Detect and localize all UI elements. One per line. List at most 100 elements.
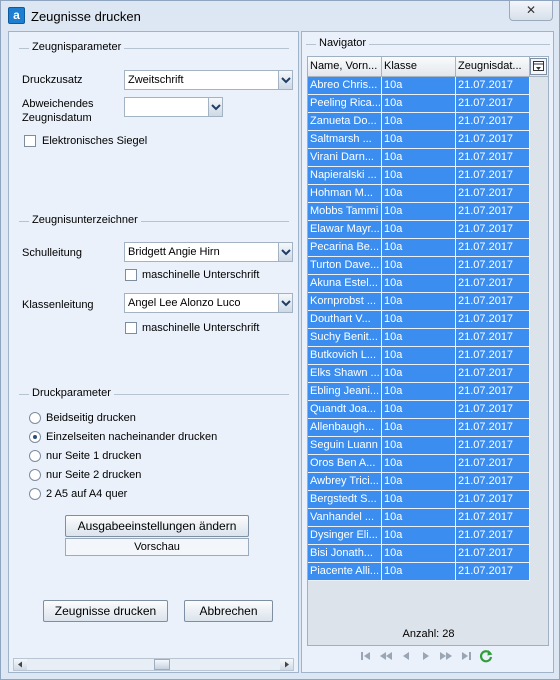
left-panel: Zeugnisparameter Druckzusatz Zweitschrif… [8,31,299,673]
column-header-name[interactable]: Name, Vorn... [308,57,382,77]
table-row[interactable]: Elawar Mayr... 10a 21.07.2017 [308,221,530,239]
close-button[interactable]: ✕ [509,1,553,21]
chevron-down-icon[interactable] [208,97,223,117]
cell-zeugnisdatum: 21.07.2017 [456,95,530,113]
table-row[interactable]: Ebling Jeani... 10a 21.07.2017 [308,383,530,401]
table-row[interactable]: Douthart V... 10a 21.07.2017 [308,311,530,329]
table-row[interactable]: Virani Darn... 10a 21.07.2017 [308,149,530,167]
table-row[interactable]: Akuna Estel... 10a 21.07.2017 [308,275,530,293]
cell-klasse: 10a [382,545,456,563]
table-row[interactable]: Pecarina Be... 10a 21.07.2017 [308,239,530,257]
table-row[interactable]: Turton Dave... 10a 21.07.2017 [308,257,530,275]
cell-name: Abreo Chris... [308,77,382,95]
ausgabeeinstellungen-button[interactable]: Ausgabeeinstellungen ändern [65,515,249,537]
schulleitung-maschinell-checkbox[interactable] [125,269,137,281]
cell-klasse: 10a [382,239,456,257]
cell-klasse: 10a [382,329,456,347]
cell-klasse: 10a [382,293,456,311]
title-bar: a Zeugnisse drucken ✕ [1,1,559,31]
radio-nur-seite-2[interactable] [29,469,41,481]
column-chooser-icon[interactable] [530,58,547,75]
table-row[interactable]: Piacente Alli... 10a 21.07.2017 [308,563,530,581]
cell-name: Napieralski ... [308,167,382,185]
cell-name: Butkovich L... [308,347,382,365]
scroll-right-icon[interactable] [280,659,293,670]
cell-name: Awbrey Trici... [308,473,382,491]
klassenleitung-select[interactable]: Angel Lee Alonzo Luco [124,293,293,313]
table-row[interactable]: Bergstedt S... 10a 21.07.2017 [308,491,530,509]
horizontal-scrollbar[interactable] [13,658,294,671]
first-record-icon[interactable] [358,648,374,664]
fast-back-icon[interactable] [378,648,394,664]
scrollbar-thumb[interactable] [154,659,170,670]
refresh-icon[interactable] [478,648,494,664]
vorschau-button[interactable]: Vorschau [65,538,249,556]
cell-klasse: 10a [382,113,456,131]
chevron-down-icon[interactable] [278,293,293,313]
table-row[interactable]: Awbrey Trici... 10a 21.07.2017 [308,473,530,491]
cell-klasse: 10a [382,95,456,113]
previous-record-icon[interactable] [398,648,414,664]
table-row[interactable]: Saltmarsh ... 10a 21.07.2017 [308,131,530,149]
zeugnisse-drucken-button[interactable]: Zeugnisse drucken [43,600,168,622]
druckzusatz-select[interactable]: Zweitschrift [124,70,293,90]
chevron-down-icon[interactable] [278,242,293,262]
grid-body: Abreo Chris... 10a 21.07.2017 Peeling Rica.… [308,77,530,581]
anzahl-label: Anzahl: 28 [402,628,455,640]
schulleitung-select[interactable]: Bridgett Angie Hirn [124,242,293,262]
cell-klasse: 10a [382,347,456,365]
table-row[interactable]: Quandt Joa... 10a 21.07.2017 [308,401,530,419]
siegel-checkbox[interactable] [24,135,36,147]
column-header-zeugnisdatum[interactable]: Zeugnisdat... [456,57,530,77]
table-row[interactable]: Hohman M... 10a 21.07.2017 [308,185,530,203]
next-record-icon[interactable] [418,648,434,664]
table-row[interactable]: Oros Ben A... 10a 21.07.2017 [308,455,530,473]
cell-name: Elks Shawn ... [308,365,382,383]
chevron-down-icon[interactable] [278,70,293,90]
table-row[interactable]: Abreo Chris... 10a 21.07.2017 [308,77,530,95]
cell-zeugnisdatum: 21.07.2017 [456,275,530,293]
cell-name: Douthart V... [308,311,382,329]
scroll-left-icon[interactable] [14,659,27,670]
cell-klasse: 10a [382,131,456,149]
zeugnisdatum-field[interactable] [124,97,223,117]
navigator-grid[interactable]: Name, Vorn... Klasse Zeugnisdat... Abreo… [307,56,549,646]
last-record-icon[interactable] [458,648,474,664]
table-row[interactable]: Vanhandel ... 10a 21.07.2017 [308,509,530,527]
cell-name: Piacente Alli... [308,563,382,581]
fast-forward-icon[interactable] [438,648,454,664]
column-header-klasse[interactable]: Klasse [382,57,456,77]
table-row[interactable]: Butkovich L... 10a 21.07.2017 [308,347,530,365]
cell-name: Bergstedt S... [308,491,382,509]
table-row[interactable]: Seguin Luann 10a 21.07.2017 [308,437,530,455]
abbrechen-button[interactable]: Abbrechen [184,600,273,622]
radio-einzelseiten[interactable] [29,431,41,443]
cell-zeugnisdatum: 21.07.2017 [456,545,530,563]
table-row[interactable]: Allenbaugh... 10a 21.07.2017 [308,419,530,437]
table-row[interactable]: Kornprobst ... 10a 21.07.2017 [308,293,530,311]
klassenleitung-value: Angel Lee Alonzo Luco [128,297,241,309]
radio-2a5-auf-a4[interactable] [29,488,41,500]
table-row[interactable]: Dysinger Eli... 10a 21.07.2017 [308,527,530,545]
radio-beidseitig[interactable] [29,412,41,424]
cell-zeugnisdatum: 21.07.2017 [456,149,530,167]
table-row[interactable]: Zanueta Do... 10a 21.07.2017 [308,113,530,131]
cell-klasse: 10a [382,365,456,383]
radio-einzelseiten-label: Einzelseiten nacheinander drucken [46,431,218,443]
table-row[interactable]: Peeling Rica... 10a 21.07.2017 [308,95,530,113]
klassenleitung-maschinell-checkbox[interactable] [125,322,137,334]
table-row[interactable]: Bisi Jonath... 10a 21.07.2017 [308,545,530,563]
schulleitung-value: Bridgett Angie Hirn [128,246,220,258]
table-row[interactable]: Mobbs Tammi 10a 21.07.2017 [308,203,530,221]
table-row[interactable]: Napieralski ... 10a 21.07.2017 [308,167,530,185]
table-row[interactable]: Elks Shawn ... 10a 21.07.2017 [308,365,530,383]
cell-zeugnisdatum: 21.07.2017 [456,455,530,473]
cell-zeugnisdatum: 21.07.2017 [456,419,530,437]
cell-klasse: 10a [382,185,456,203]
cell-zeugnisdatum: 21.07.2017 [456,365,530,383]
navigator-panel: Navigator Name, Vorn... Klasse Zeugnisda… [301,31,554,673]
radio-nur-seite-1[interactable] [29,450,41,462]
zeugnisparameter-legend: Zeugnisparameter [29,41,125,53]
cell-zeugnisdatum: 21.07.2017 [456,221,530,239]
table-row[interactable]: Suchy Benit... 10a 21.07.2017 [308,329,530,347]
